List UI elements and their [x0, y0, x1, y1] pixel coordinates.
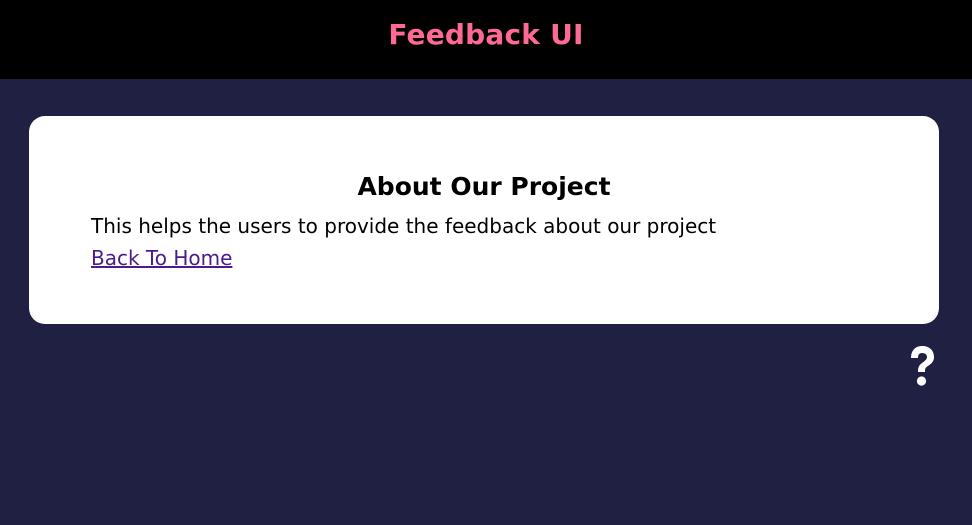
question-icon: [907, 345, 937, 391]
about-card: About Our Project This helps the users t…: [29, 116, 939, 324]
app-header: Feedback UI: [0, 0, 972, 79]
about-title: About Our Project: [357, 172, 611, 201]
about-help-link[interactable]: [902, 344, 942, 392]
app-title: Feedback UI: [388, 18, 584, 51]
about-description: This helps the users to provide the feed…: [91, 214, 717, 238]
back-to-home-link[interactable]: Back To Home: [91, 244, 232, 272]
